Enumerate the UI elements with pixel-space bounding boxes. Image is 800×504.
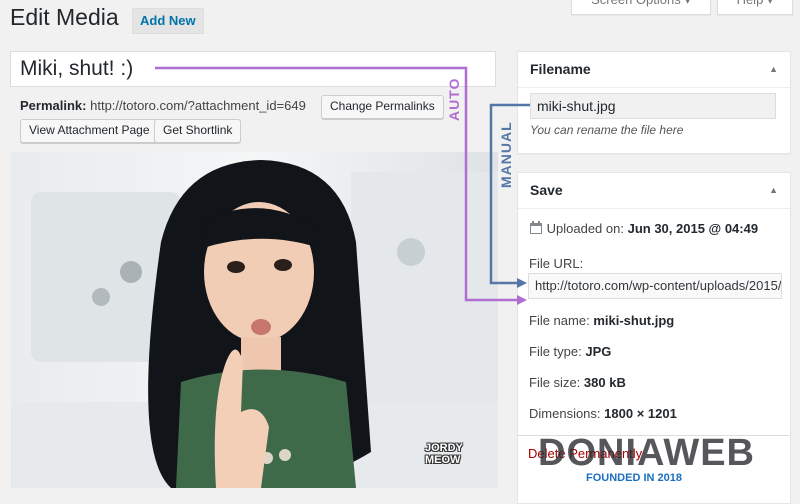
logo-meow-text: MEOW <box>425 454 461 466</box>
jordy-meow-logo: JORDY MEOW <box>425 442 491 472</box>
logo-jordy-text: JORDY <box>425 442 463 454</box>
annotation-arrows <box>155 66 530 305</box>
watermark-brand: DONIAWEB <box>538 432 755 474</box>
auto-annotation-label: AUTO <box>446 77 462 121</box>
watermark-founded: FOUNDED IN 2018 <box>586 472 682 484</box>
manual-annotation-label: MANUAL <box>498 121 514 188</box>
